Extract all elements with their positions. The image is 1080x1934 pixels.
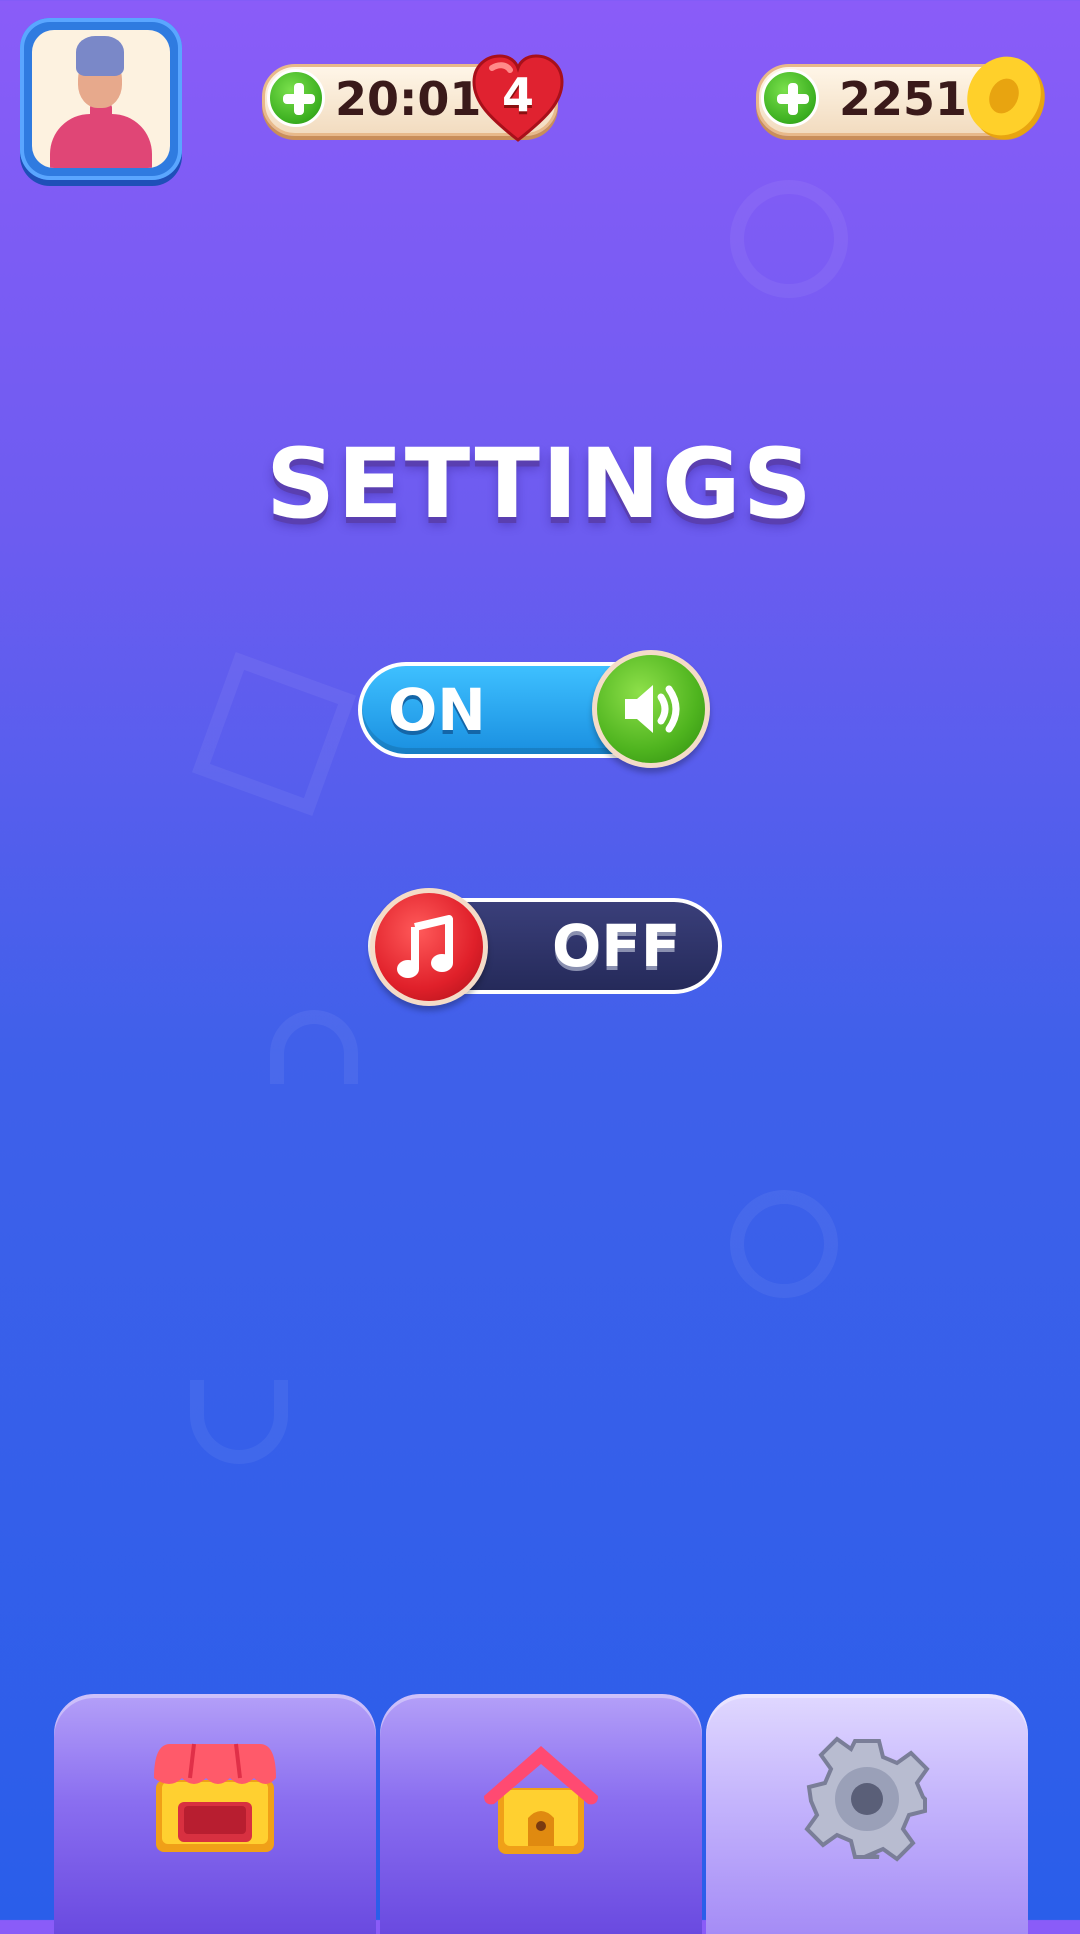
nav-tab-settings[interactable] bbox=[706, 1694, 1028, 1934]
speaker-icon bbox=[625, 685, 680, 733]
heart-icon: 4 bbox=[470, 52, 566, 144]
nav-tab-home[interactable] bbox=[380, 1694, 702, 1934]
music-note-icon bbox=[397, 915, 453, 978]
sound-toggle-knob[interactable] bbox=[592, 650, 710, 768]
coin-icon bbox=[962, 52, 1052, 144]
avatar-portrait bbox=[32, 30, 170, 168]
sound-toggle-label: ON bbox=[388, 676, 486, 744]
gear-icon bbox=[804, 1736, 930, 1862]
shop-icon bbox=[154, 1743, 276, 1852]
music-toggle-knob[interactable] bbox=[370, 888, 488, 1006]
add-lives-button[interactable] bbox=[267, 69, 325, 127]
add-coins-button[interactable] bbox=[761, 69, 819, 127]
lives-timer: 20:01 bbox=[335, 72, 482, 126]
coins-count: 2251 bbox=[839, 72, 968, 126]
player-avatar[interactable] bbox=[20, 18, 182, 180]
home-icon bbox=[484, 1746, 598, 1854]
lives-count: 4 bbox=[501, 68, 534, 122]
nav-tab-shop[interactable] bbox=[54, 1694, 376, 1934]
music-toggle-label: OFF bbox=[552, 912, 681, 980]
page-title: SETTINGS bbox=[266, 428, 814, 540]
